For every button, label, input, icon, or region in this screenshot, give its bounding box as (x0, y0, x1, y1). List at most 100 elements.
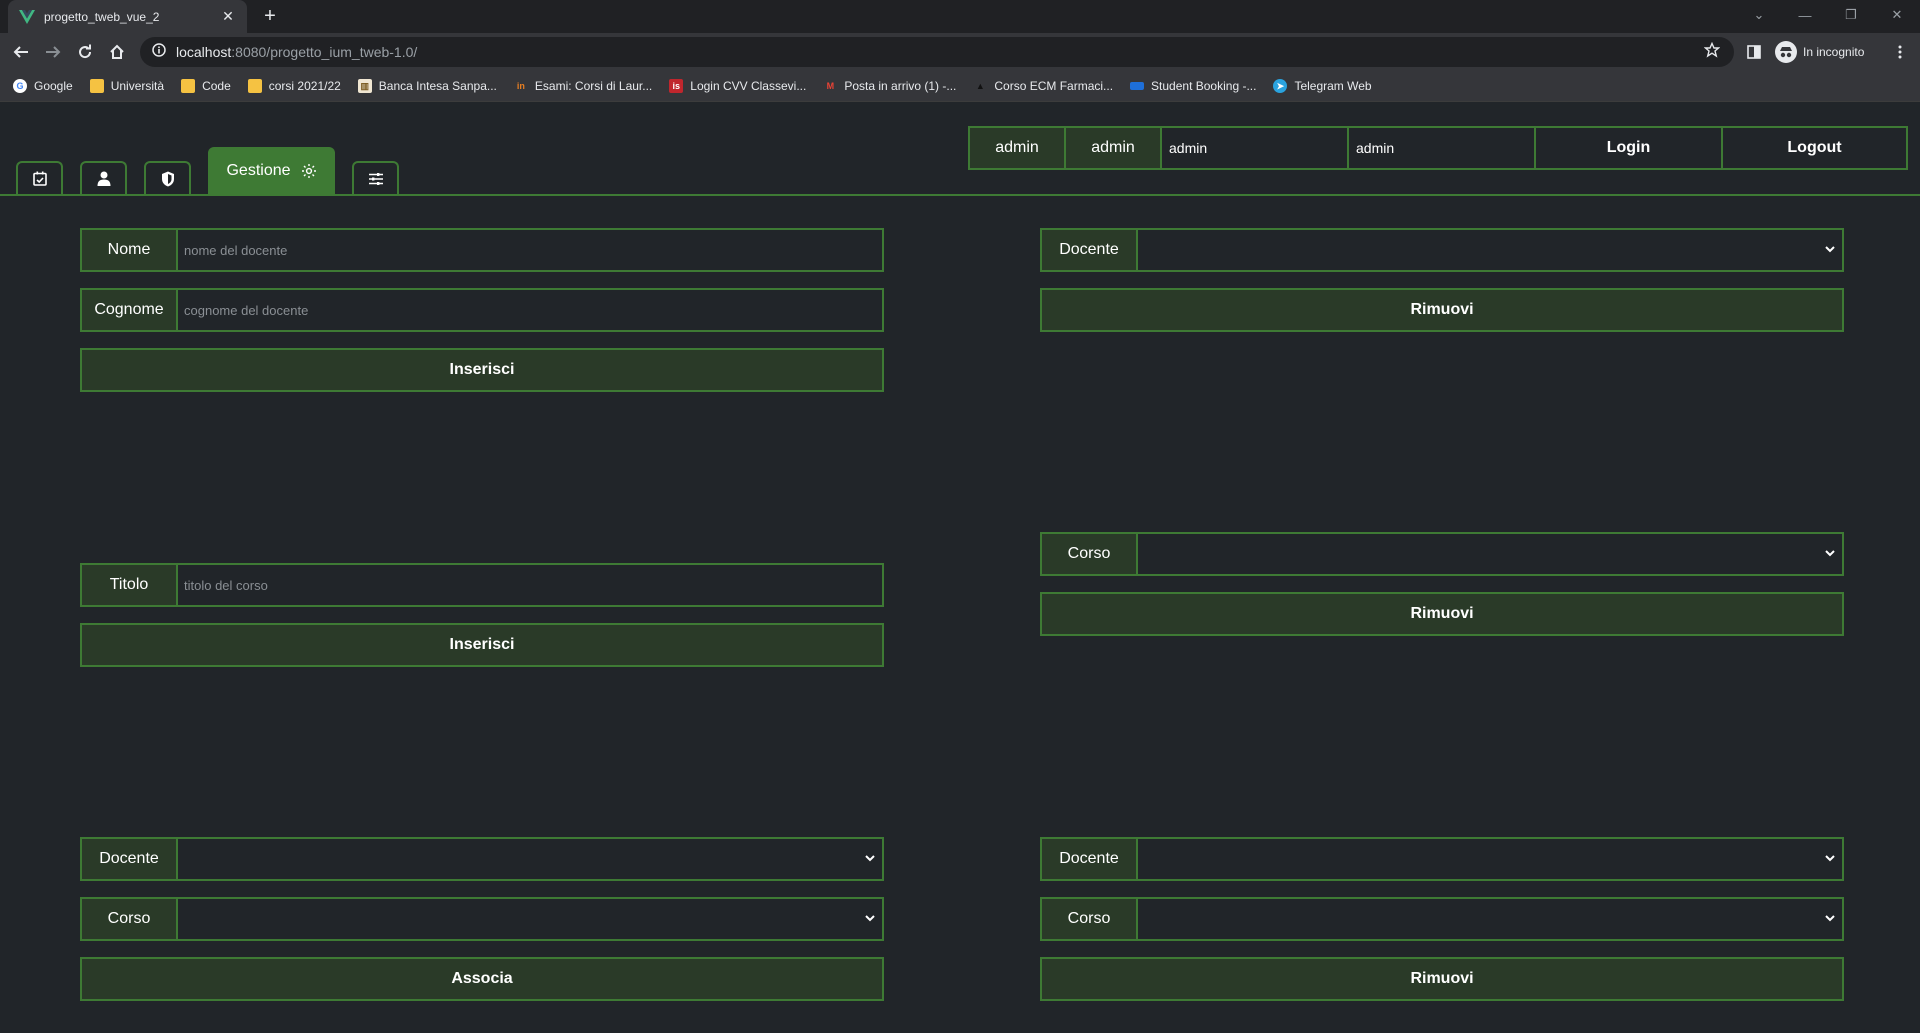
remove-course-group: Corso (1040, 532, 1844, 576)
insert-teacher-button[interactable]: Inserisci (80, 348, 884, 392)
auth-bar: admin admin admin admin Login Logout (968, 126, 1908, 170)
username-input[interactable]: admin (1162, 128, 1349, 168)
course-title-group: Titolo titolo del corso (80, 563, 884, 607)
remove-course-label: Corso (1042, 534, 1138, 574)
cap-icon: ▲ (975, 81, 985, 91)
gear-icon (301, 163, 316, 178)
google-icon: G (13, 79, 27, 93)
telegram-icon: ➤ (1273, 79, 1288, 93)
tab-title: progetto_tweb_vue_2 (44, 9, 160, 24)
bank-icon: ▥ (357, 79, 372, 93)
address-bar[interactable]: localhost:8080/progetto_ium_tweb-1.0/ (140, 37, 1734, 67)
bookmark-student-booking[interactable]: Student Booking -... (1130, 79, 1256, 93)
calendar-check-icon (32, 171, 47, 186)
browser-toolbar: localhost:8080/progetto_ium_tweb-1.0/ In… (0, 33, 1920, 71)
bookmark-esami[interactable]: in Esami: Corsi di Laur... (514, 79, 652, 93)
tab-calendar[interactable] (16, 161, 63, 194)
logout-button[interactable]: Logout (1723, 128, 1906, 168)
bookmark-telegram[interactable]: ➤ Telegram Web (1273, 79, 1372, 93)
shield-icon (161, 171, 174, 186)
teacher-surname-input[interactable]: cognome del docente (178, 290, 882, 330)
chevron-down-icon (1825, 246, 1835, 253)
role-label: admin (1066, 128, 1162, 168)
side-panel-icon[interactable] (1740, 38, 1768, 66)
dissoc-course-select[interactable] (1138, 899, 1842, 939)
dissoc-teacher-select[interactable] (1138, 839, 1842, 879)
bookmark-ecm[interactable]: ▲ Corso ECM Farmaci... (973, 79, 1113, 93)
folder-icon (89, 79, 104, 93)
reload-icon[interactable] (71, 38, 99, 66)
course-title-label: Titolo (82, 565, 178, 605)
remove-teacher-label: Docente (1042, 230, 1138, 270)
incognito-badge[interactable]: In incognito (1775, 39, 1864, 65)
bookmark-banca[interactable]: ▥ Banca Intesa Sanpa... (357, 79, 497, 93)
browser-tabstrip: progetto_tweb_vue_2 ✕ + ⌄ — ❐ ✕ (0, 0, 1920, 33)
associate-button[interactable]: Associa (80, 957, 884, 1001)
assoc-course-label: Corso (82, 899, 178, 939)
gmail-icon: M (826, 81, 835, 91)
menu-kebab-icon[interactable] (1886, 38, 1914, 66)
chevron-down-icon (865, 855, 875, 862)
folder-icon (181, 79, 196, 93)
info-icon[interactable] (152, 42, 166, 62)
course-title-input[interactable]: titolo del corso (178, 565, 882, 605)
bookmark-folder-universita[interactable]: Università (89, 79, 164, 93)
dissociate-button[interactable]: Rimuovi (1040, 957, 1844, 1001)
tab-gestione-label: Gestione (226, 161, 291, 179)
url-host: localhost (176, 44, 232, 60)
home-icon[interactable] (103, 38, 131, 66)
insert-course-button[interactable]: Inserisci (80, 623, 884, 667)
tab-gestione[interactable]: Gestione (208, 147, 335, 194)
chevron-down-icon (1825, 915, 1835, 922)
dissoc-teacher-group: Docente (1040, 837, 1844, 881)
teacher-surname-label: Cognome (82, 290, 178, 330)
new-tab-icon[interactable]: + (258, 5, 282, 29)
remove-teacher-select[interactable] (1138, 230, 1842, 270)
assoc-teacher-select[interactable] (178, 839, 882, 879)
sliders-icon (368, 172, 383, 185)
tab-settings[interactable] (352, 161, 399, 194)
bookmark-star-icon[interactable] (1703, 41, 1721, 63)
bookmark-folder-corsi[interactable]: corsi 2021/22 (247, 79, 341, 93)
folder-icon (247, 79, 262, 93)
bookmarks-bar: G Google Università Code corsi 2021/22 ▥ B… (0, 71, 1920, 102)
remove-course-button[interactable]: Rimuovi (1040, 592, 1844, 636)
back-icon[interactable] (7, 38, 35, 66)
tab-user[interactable] (80, 161, 127, 194)
forward-icon[interactable] (39, 38, 67, 66)
teacher-surname-group: Cognome cognome del docente (80, 288, 884, 332)
bookmark-cvv[interactable]: is Login CVV Classevi... (669, 79, 806, 93)
dissoc-teacher-label: Docente (1042, 839, 1138, 879)
cvv-icon: is (669, 79, 684, 93)
chevron-down-icon (865, 915, 875, 922)
chevron-down-icon (1825, 550, 1835, 557)
minimize-icon[interactable]: — (1782, 0, 1828, 30)
assoc-course-select[interactable] (178, 899, 882, 939)
incognito-icon (1775, 41, 1797, 63)
vue-icon (18, 8, 36, 26)
dissoc-course-group: Corso (1040, 897, 1844, 941)
bookmark-gmail[interactable]: M Posta in arrivo (1) -... (823, 79, 957, 93)
assoc-course-group: Corso (80, 897, 884, 941)
tab-search-icon[interactable]: ⌄ (1736, 0, 1782, 30)
dissoc-course-label: Corso (1042, 899, 1138, 939)
restore-icon[interactable]: ❐ (1828, 0, 1874, 30)
bookmark-google[interactable]: G Google (13, 79, 73, 93)
tab-close-icon[interactable]: ✕ (219, 8, 237, 25)
browser-tab[interactable]: progetto_tweb_vue_2 ✕ (8, 0, 247, 33)
user-icon (97, 171, 110, 186)
remove-course-select[interactable] (1138, 534, 1842, 574)
url-path: :8080/progetto_ium_tweb-1.0/ (231, 44, 418, 60)
bookmark-folder-code[interactable]: Code (181, 79, 231, 93)
login-button[interactable]: Login (1536, 128, 1723, 168)
teacher-name-label: Nome (82, 230, 178, 270)
remove-teacher-button[interactable]: Rimuovi (1040, 288, 1844, 332)
incognito-label: In incognito (1803, 45, 1865, 59)
teacher-name-input[interactable]: nome del docente (178, 230, 882, 270)
app-root: Gestione admin admin admin admin Login L… (0, 102, 1920, 1033)
tab-security[interactable] (144, 161, 191, 194)
assoc-teacher-group: Docente (80, 837, 884, 881)
password-input[interactable]: admin (1349, 128, 1536, 168)
close-window-icon[interactable]: ✕ (1874, 0, 1920, 30)
unito-icon: in (516, 81, 525, 91)
